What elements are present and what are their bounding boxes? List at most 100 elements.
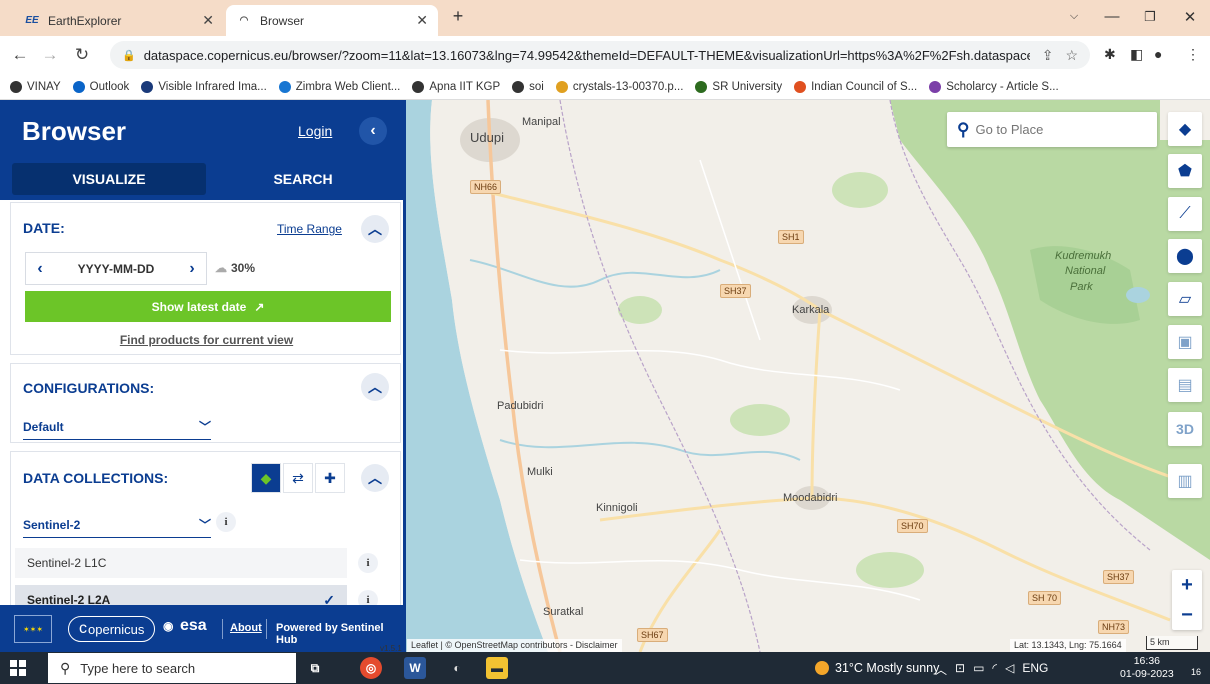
collapse-date-button[interactable]: ︿ (361, 215, 389, 243)
draw-line-button[interactable]: ⟋ (1168, 197, 1202, 231)
date-input[interactable]: YYYY-MM-DD (54, 262, 178, 276)
road-shield: NH66 (470, 180, 502, 194)
zoom-out-button[interactable]: − (1172, 600, 1202, 630)
pin-button[interactable]: ✚ (315, 463, 345, 493)
close-tab-icon[interactable]: ✕ (202, 12, 214, 29)
weather-widget[interactable]: 31°C Mostly sunny (815, 661, 939, 675)
bookmark-item[interactable]: Scholarcy - Article S... (929, 80, 1059, 93)
side-panel-icon[interactable]: ◧ (1130, 46, 1143, 63)
data-collection-selected: Sentinel-2 (23, 517, 81, 532)
bookmark-item[interactable]: Visible Infrared Ima... (141, 80, 267, 93)
bookmark-item[interactable]: crystals-13-00370.p... (555, 80, 684, 93)
profile-avatar[interactable]: ● (1154, 46, 1162, 62)
time-range-link[interactable]: Time Range (277, 222, 342, 236)
language-indicator[interactable]: ENG (1022, 661, 1048, 678)
clock-time: 16:36 (1133, 655, 1160, 667)
powered-by-link[interactable]: Powered by Sentinel Hub (276, 622, 403, 646)
map-attribution[interactable]: Leaflet | © OpenStreetMap contributors -… (407, 639, 622, 652)
bookmark-label: crystals-13-00370.p... (572, 80, 684, 93)
bookmark-item[interactable]: SR University (695, 80, 783, 93)
configuration-select[interactable]: Default ﹀ (23, 418, 211, 440)
bookmark-item[interactable]: Apna IIT KGP (412, 80, 500, 93)
next-date-button[interactable]: › (178, 260, 206, 278)
3d-view-button[interactable]: 3D (1168, 412, 1202, 446)
cloud-coverage[interactable]: ☁ 30% (215, 261, 255, 275)
compare-button[interactable]: ⇄ (283, 463, 313, 493)
timelapse-button[interactable]: ▤ (1168, 368, 1202, 402)
previous-date-button[interactable]: ‹ (26, 260, 54, 278)
show-latest-date-button[interactable]: Show latest date ↗ (25, 291, 391, 322)
collapse-data-collections-button[interactable]: ︿ (361, 464, 389, 492)
address-bar[interactable]: 🔒 dataspace.copernicus.eu/browser/?zoom=… (110, 41, 1090, 69)
collapse-configurations-button[interactable]: ︿ (361, 373, 389, 401)
bookmark-item[interactable]: VINAY (10, 80, 61, 93)
tab-search[interactable]: SEARCH (206, 163, 400, 195)
share-icon[interactable]: ⇪ (1030, 47, 1066, 64)
go-to-place-input[interactable] (975, 122, 1136, 137)
word-app-icon[interactable]: W (404, 657, 426, 679)
bookmark-star-icon[interactable]: ☆ (1065, 47, 1090, 64)
reload-button[interactable]: ↻ (72, 45, 92, 65)
close-window-button[interactable]: ✕ (1180, 8, 1200, 26)
bookmark-item[interactable]: Outlook (72, 80, 129, 93)
forward-button[interactable]: → (40, 45, 60, 65)
close-tab-icon[interactable]: ✕ (416, 12, 428, 29)
measure-button[interactable]: ▱ (1168, 282, 1202, 316)
swap-icon: ⇄ (292, 469, 304, 486)
collapse-sidebar-button[interactable]: ‹ (359, 117, 387, 145)
place-marker-button[interactable]: ⬤ (1168, 239, 1202, 273)
place-label: Manipal (522, 116, 561, 128)
chevron-up-icon: ︿ (368, 470, 382, 486)
collection-item-l1c[interactable]: Sentinel-2 L1C (15, 548, 347, 578)
tab-earthexplorer[interactable]: EE EarthExplorer ✕ (14, 5, 224, 36)
image-download-button[interactable]: ▣ (1168, 325, 1202, 359)
bookmark-item[interactable]: Zimbra Web Client... (278, 80, 400, 93)
bookmark-label: SR University (712, 80, 783, 93)
clock[interactable]: 16:36 01-09-2023 (1120, 655, 1174, 681)
battery-icon[interactable]: ▭ (973, 661, 984, 678)
restore-button[interactable]: ❐ (1140, 9, 1160, 25)
draw-polygon-button[interactable]: ⬟ (1168, 154, 1202, 188)
new-tab-button[interactable]: + (448, 6, 468, 27)
menu-icon[interactable]: ⋮ (1186, 46, 1200, 63)
browser-toolbar: ← → ↻ 🔒 dataspace.copernicus.eu/browser/… (0, 36, 1210, 74)
search-icon: ⚲ (957, 119, 970, 139)
minimize-button[interactable]: — (1102, 8, 1122, 25)
collection-info-button[interactable]: i (216, 512, 236, 532)
road-shield: SH37 (1103, 570, 1134, 584)
taskbar-search[interactable]: ⚲ Type here to search (48, 653, 296, 683)
windows-start-button[interactable] (10, 660, 26, 676)
layers-tool-button[interactable]: ◆ (1168, 112, 1202, 146)
back-button[interactable]: ← (10, 45, 30, 65)
bookmark-item[interactable]: Indian Council of S... (794, 80, 917, 93)
tab-browser[interactable]: ◠ Browser ✕ (226, 5, 438, 36)
wifi-icon[interactable]: ◜ (992, 661, 997, 678)
network-app-icon[interactable]: ◐ (446, 657, 468, 679)
extensions-icon[interactable]: ✱ (1104, 46, 1116, 63)
statistics-button[interactable]: ▥ (1168, 464, 1202, 498)
tab-search-icon[interactable]: ⌵ (1064, 10, 1084, 23)
chrome-app-icon[interactable]: ◎ (360, 657, 382, 679)
layers-view-button[interactable]: ◆ (251, 463, 281, 493)
bookmark-favicon-icon (10, 80, 22, 93)
login-link[interactable]: Login (298, 123, 332, 139)
about-link[interactable]: About (230, 622, 262, 634)
sidebar-panel: Browser Login ‹ VISUALIZE SEARCH DATE: T… (0, 100, 406, 652)
meet-icon[interactable]: ⊡ (955, 661, 965, 678)
data-collection-select[interactable]: Sentinel-2 ﹀ (23, 516, 211, 538)
bookmark-label: VINAY (27, 80, 61, 93)
find-products-link[interactable]: Find products for current view (11, 333, 402, 347)
notifications-button[interactable]: 16 (1183, 659, 1201, 677)
l1c-info-button[interactable]: i (358, 553, 378, 573)
tray-expand-icon[interactable]: ︿ (935, 661, 947, 678)
place-label: Padubidri (497, 400, 544, 412)
taskbar-search-placeholder: Type here to search (80, 660, 196, 676)
go-to-place-search[interactable]: ⚲ (947, 112, 1157, 147)
task-view-icon[interactable]: ⧉ (304, 657, 326, 679)
tab-visualize[interactable]: VISUALIZE (12, 163, 206, 195)
bookmark-favicon-icon (794, 80, 807, 93)
file-explorer-icon[interactable]: ▬ (486, 657, 508, 679)
zoom-in-button[interactable]: + (1172, 570, 1202, 600)
volume-icon[interactable]: ◁ (1005, 661, 1014, 678)
bookmark-item[interactable]: soi (512, 80, 544, 93)
